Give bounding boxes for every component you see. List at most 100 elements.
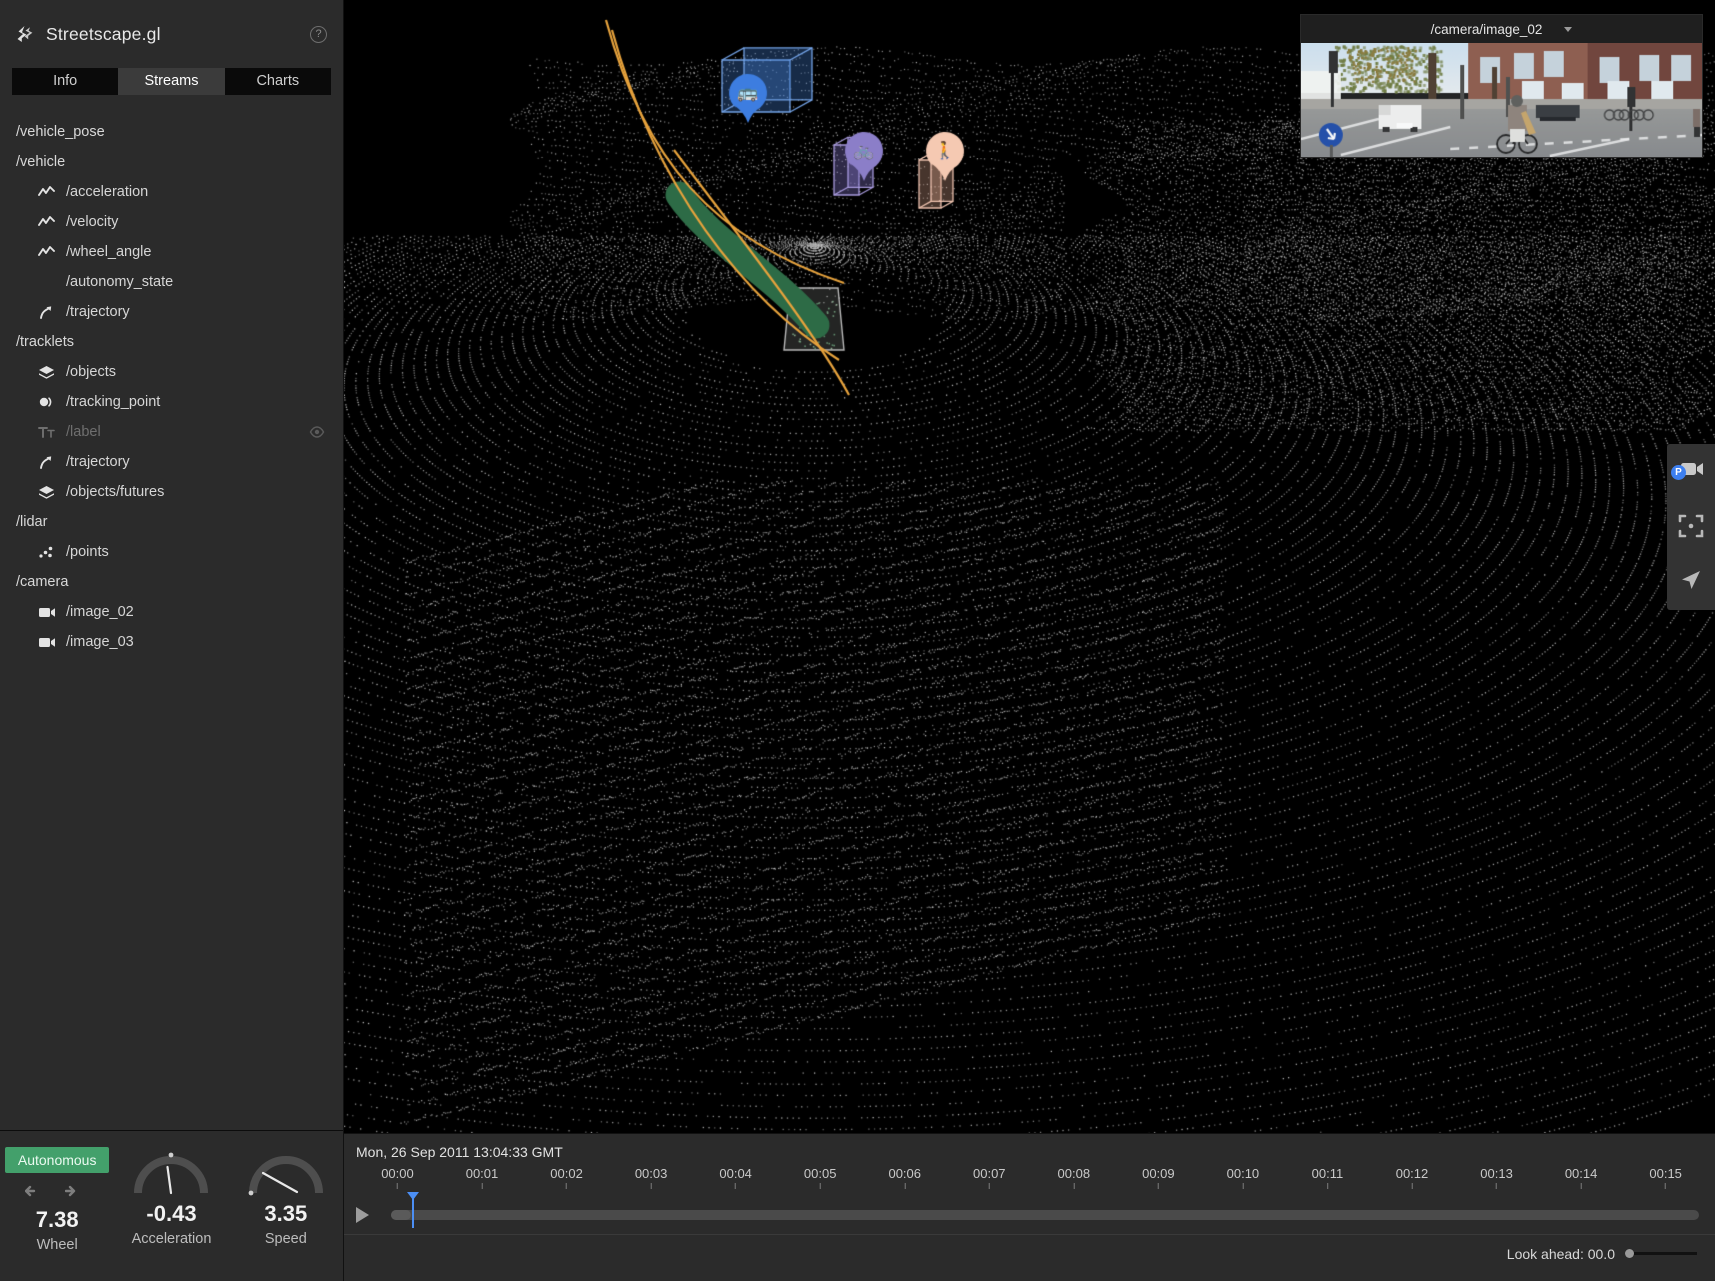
stream-item-wheel_angle[interactable]: /wheel_angle (0, 237, 343, 267)
timeline-tick-label: 00:07 (973, 1166, 1006, 1181)
stream-item-vehicle_pose[interactable]: /vehicle_pose (0, 117, 343, 147)
stream-item-velocity[interactable]: /velocity (0, 207, 343, 237)
tracking-point-icon (38, 395, 60, 409)
timeline-ticks: 00:00 00:01 00:02 00:03 00:04 00:05 00:06 00:07… (344, 1162, 1715, 1196)
stream-item-camera[interactable]: /camera (0, 567, 343, 597)
stream-item-tracking_point[interactable]: /tracking_point (0, 387, 343, 417)
left-right-arrows-icon (25, 1184, 89, 1198)
tick-mark (1581, 1183, 1582, 1189)
tick-mark (904, 1183, 905, 1189)
sidebar-tabs: Info Streams Charts (12, 68, 331, 95)
timeline-transport (344, 1196, 1715, 1234)
stream-item-image_03[interactable]: /image_03 (0, 627, 343, 657)
stream-item-label: /tracking_point (66, 394, 160, 410)
tick-mark (1327, 1183, 1328, 1189)
recenter-button[interactable] (1677, 512, 1705, 540)
stream-item-label: /autonomy_state (66, 274, 173, 290)
timeline-tick-label: 00:04 (719, 1166, 752, 1181)
stream-item-label: /vehicle_pose (16, 124, 105, 140)
point-cloud-canvas[interactable] (344, 0, 1715, 1133)
stream-item-label: /tracklets (16, 334, 74, 350)
tick-mark (1496, 1183, 1497, 1189)
text-icon (38, 426, 60, 438)
metric-acceleration: -0.43 Acceleration (114, 1145, 228, 1247)
timeline-playhead[interactable] (412, 1194, 415, 1228)
timeline-footer: Look ahead: 00.0 (344, 1234, 1715, 1272)
stream-item-autonomy_state[interactable]: /autonomy_state (0, 267, 343, 297)
timeline-tick: 00:08 (1058, 1166, 1091, 1189)
tick-mark (1073, 1183, 1074, 1189)
stream-item-objects-futures[interactable]: /objects/futures (0, 477, 343, 507)
camera-image (1301, 43, 1702, 157)
stream-item-label[interactable]: /label (0, 417, 343, 447)
sidebar-header: Streetscape.gl ? (0, 0, 343, 68)
app-title: Streetscape.gl (46, 24, 161, 45)
timeline-tick: 00:10 (1227, 1166, 1260, 1189)
stream-item-objects[interactable]: /objects (0, 357, 343, 387)
gauge-icon (245, 1147, 327, 1193)
tick-mark (397, 1183, 398, 1189)
chevron-down-icon[interactable] (1564, 27, 1572, 32)
timeline-tick: 00:04 (719, 1166, 752, 1189)
stream-item-vehicle[interactable]: /vehicle (0, 147, 343, 177)
line-chart-icon (38, 245, 60, 259)
stream-item-tracklets[interactable]: /tracklets (0, 327, 343, 357)
stream-item-label: /label (66, 424, 101, 440)
stream-item-acceleration[interactable]: /acceleration (0, 177, 343, 207)
stream-item-points[interactable]: /points (0, 537, 343, 567)
timeline-tick: 00:01 (466, 1166, 499, 1189)
gauge-icon (130, 1147, 212, 1193)
camera-pip-selector[interactable]: /camera/image_02 (1301, 15, 1702, 43)
timeline-tick: 00:09 (1142, 1166, 1175, 1189)
tick-mark (820, 1183, 821, 1189)
timeline-tick-label: 00:11 (1312, 1166, 1344, 1181)
tick-mark (651, 1183, 652, 1189)
vehicle-control-panel: Autonomous 7.38 Wheel -0.43 Acceleration… (0, 1130, 343, 1281)
camera-pip-title: /camera/image_02 (1431, 22, 1543, 37)
timeline-tick-label: 00:10 (1227, 1166, 1260, 1181)
tab-charts[interactable]: Charts (225, 68, 331, 95)
stream-item-label: /image_02 (66, 604, 134, 620)
stream-item-label: /lidar (16, 514, 47, 530)
stream-item-label: /vehicle (16, 154, 65, 170)
stream-item-label: /wheel_angle (66, 244, 151, 260)
navigate-button[interactable] (1677, 566, 1705, 594)
help-circle-icon[interactable]: ? (310, 26, 327, 43)
look-ahead-slider[interactable] (1625, 1252, 1697, 1255)
timeline-tick: 00:11 (1312, 1166, 1344, 1189)
stream-item-trajectory[interactable]: /trajectory (0, 297, 343, 327)
tick-mark (1242, 1183, 1243, 1189)
eye-off-icon[interactable] (309, 424, 325, 440)
look-ahead-label: Look ahead: 00.0 (1507, 1246, 1615, 1262)
timeline-tick: 00:06 (888, 1166, 921, 1189)
look-ahead-knob[interactable] (1625, 1249, 1634, 1258)
tab-streams[interactable]: Streams (118, 68, 224, 95)
stream-item-label: /acceleration (66, 184, 148, 200)
tick-mark (481, 1183, 482, 1189)
stream-item-label: /objects (66, 364, 116, 380)
lidar-3d-scene[interactable] (344, 0, 1715, 1133)
timeline-tick-label: 00:15 (1649, 1166, 1682, 1181)
tab-info[interactable]: Info (12, 68, 118, 95)
camera-perspective-button[interactable]: P (1677, 458, 1705, 486)
stream-item-label: /objects/futures (66, 484, 164, 500)
tick-mark (989, 1183, 990, 1189)
timeline-scrubber[interactable] (391, 1210, 1699, 1220)
metric-label: Acceleration (132, 1231, 212, 1247)
perspective-badge-p: P (1671, 465, 1686, 480)
timeline-tick-label: 00:00 (381, 1166, 414, 1181)
timeline-tick-label: 00:14 (1565, 1166, 1598, 1181)
stream-item-image_02[interactable]: /image_02 (0, 597, 343, 627)
play-icon[interactable] (356, 1207, 369, 1223)
viewport-toolbar: P (1667, 444, 1715, 610)
arrow-path-icon (38, 304, 60, 320)
timeline-tick: 00:00 (381, 1166, 414, 1189)
timeline-tick: 00:15 (1649, 1166, 1682, 1189)
status-badge: Autonomous (5, 1147, 110, 1173)
video-camera-icon (38, 606, 60, 619)
stream-item-trajectory[interactable]: /trajectory (0, 447, 343, 477)
stream-item-label: /points (66, 544, 109, 560)
line-chart-icon (38, 185, 60, 199)
tick-mark (1158, 1183, 1159, 1189)
stream-item-lidar[interactable]: /lidar (0, 507, 343, 537)
